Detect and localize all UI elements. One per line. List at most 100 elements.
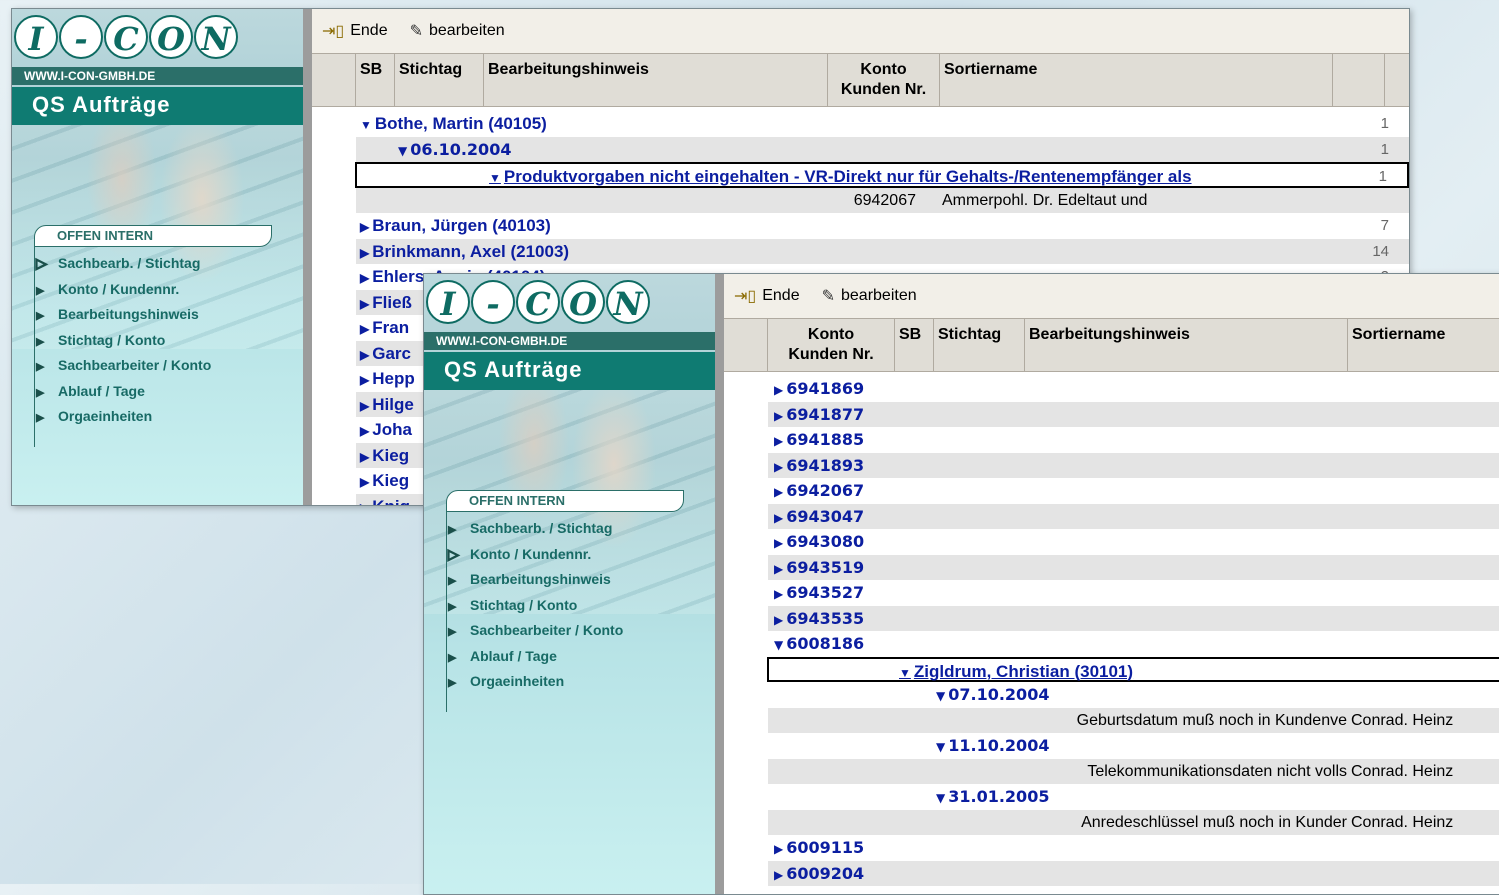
tree-row[interactable]: ▶ 6941893	[724, 452, 1499, 478]
tree-row-selected[interactable]: ▼ Produktvorgaben nicht eingehalten - VR-…	[355, 162, 1409, 188]
arrow-icon: ▶	[36, 335, 45, 348]
tree-row[interactable]: ▶ 6943535	[724, 605, 1499, 631]
exit-button[interactable]: ⇥▯ Ende	[734, 286, 800, 306]
tree-row[interactable]: ▼ 6008186	[724, 631, 1499, 657]
arrow-icon: ▶	[448, 600, 457, 613]
menu-item-orgaeinheiten[interactable]: ▶ Orgaeinheiten	[448, 669, 623, 695]
tree-row[interactable]: ▶ 6009204	[724, 860, 1499, 886]
edit-pencil-icon: ✎	[821, 288, 835, 305]
menu-item-ablauf-tage[interactable]: ▶ Ablauf / Tage	[448, 644, 623, 670]
expanded-icon: ▼	[489, 171, 501, 185]
menu-item-stichtag-konto[interactable]: ▶ Stichtag / Konto	[448, 593, 623, 619]
col-bearbeitungshinweis[interactable]: Bearbeitungshinweis	[1025, 319, 1348, 371]
collapsed-icon: ▶	[360, 220, 370, 234]
logo-letter: O	[561, 280, 605, 324]
logo-letter: I	[426, 280, 470, 324]
menu-item-bearbeitungshinweis[interactable]: ▶ Bearbeitungshinweis	[36, 302, 211, 328]
tree-row[interactable]: ▼ Bothe, Martin (40105) 1	[312, 111, 1409, 137]
logo-letter: C	[516, 280, 560, 324]
toolbar: ⇥▯ Ende ✎ bearbeiten	[312, 9, 1409, 54]
edit-pencil-icon: ✎	[409, 23, 423, 40]
collapsed-icon: ▶	[360, 449, 370, 464]
menu-heading: OFFEN INTERN	[446, 490, 684, 512]
arrow-icon: ▶	[36, 361, 45, 373]
tree-row[interactable]: ▶ 6009115	[724, 835, 1499, 861]
view-menu: ▷ Sachbearb. / Stichtag ▶ Konto / Kundennr…	[36, 251, 212, 430]
col-stichtag[interactable]: Stichtag	[934, 319, 1025, 371]
collapsed-icon: ▶	[360, 373, 370, 387]
detail-row[interactable]: Anredeschlüssel muß noch in Kunder Conrad…	[724, 809, 1499, 835]
logo-letter: C	[104, 15, 148, 59]
col-sortiername[interactable]: Sortiername	[1348, 319, 1499, 371]
sidebar: I - C O N WWW.I-CON-GMBH.DE QS Aufträge …	[424, 274, 724, 894]
menu-item-sachbearb-stichtag[interactable]: ▶ Sachbearb. / Stichtag	[448, 516, 623, 542]
tree-row[interactable]: ▼ 06.10.2004 1	[312, 136, 1409, 162]
logo-letter: N	[606, 280, 650, 324]
tree-row[interactable]: ▼ 11.10.2004	[724, 733, 1499, 759]
collapsed-icon: ▶	[360, 245, 370, 260]
tree-row[interactable]: ▶ Brinkmann, Axel (21003) 14	[312, 238, 1409, 264]
col-konto[interactable]: Konto Kunden Nr.	[828, 54, 940, 106]
col-count	[1333, 54, 1385, 106]
menu-item-sachbearb-stichtag[interactable]: ▷ Sachbearb. / Stichtag	[36, 251, 211, 277]
collapsed-icon: ▶	[774, 459, 784, 474]
menu-item-ablauf-tage[interactable]: ▶ Ablauf / Tage	[36, 379, 211, 405]
exit-door-icon: ⇥▯	[734, 288, 757, 305]
col-sortiername[interactable]: Sortiername	[940, 54, 1333, 106]
edit-button[interactable]: ✎ bearbeiten	[410, 21, 505, 41]
tree-row[interactable]: ▶ 6941869	[724, 376, 1499, 402]
tree-row[interactable]: ▶ 6941877	[724, 401, 1499, 427]
col-bearbeitungshinweis[interactable]: Bearbeitungshinweis	[484, 54, 828, 106]
tree-row[interactable]: ▶ 6943519	[724, 554, 1499, 580]
menu-item-orgaeinheiten[interactable]: ▶ Orgaeinheiten	[36, 404, 211, 430]
collapsed-icon: ▶	[360, 501, 369, 506]
tree-row[interactable]: ▶ Braun, Jürgen (40103) 7	[312, 213, 1409, 239]
col-konto[interactable]: Konto Kunden Nr.	[768, 319, 895, 371]
arrow-icon: ▶	[448, 575, 457, 587]
tree-row[interactable]: ▶ 6943527	[724, 580, 1499, 606]
tree-row[interactable]: ▼ 07.10.2004	[724, 682, 1499, 708]
header-gutter	[312, 54, 356, 106]
collapsed-icon: ▶	[360, 347, 370, 362]
col-stichtag[interactable]: Stichtag	[395, 54, 484, 106]
sidebar: I - C O N WWW.I-CON-GMBH.DE QS Aufträge …	[12, 9, 312, 505]
tree-row[interactable]: ▼ 31.01.2005	[724, 784, 1499, 810]
toolbar: ⇥▯ Ende ✎ bearbeiten	[724, 274, 1499, 319]
arrow-icon: ▶	[36, 412, 45, 424]
detail-row[interactable]: 6942067 Ammerpohl. Dr. Edeltaut und	[312, 187, 1409, 213]
collapsed-icon: ▶	[774, 434, 784, 448]
column-header: Konto Kunden Nr. SB Stichtag Bearbeitungs…	[724, 319, 1499, 372]
tree-row[interactable]: ▶ 6943080	[724, 529, 1499, 555]
collapsed-icon: ▶	[360, 424, 370, 438]
detail-row[interactable]: Geburtsdatum muß noch in Kundenve Conrad.…	[724, 707, 1499, 733]
tree-row[interactable]: ▶ 6941885	[724, 427, 1499, 453]
view-menu: ▶ Sachbearb. / Stichtag ▷ Konto / Kundennr…	[448, 516, 624, 695]
detail-row[interactable]: Telekommunikationsdaten nicht volls Conra…	[724, 758, 1499, 784]
exit-button[interactable]: ⇥▯ Ende	[322, 21, 388, 41]
edit-button[interactable]: ✎ bearbeiten	[822, 286, 917, 306]
collapsed-icon: ▶	[360, 322, 370, 336]
expanded-icon: ▼	[360, 118, 372, 132]
collapsed-icon: ▶	[360, 271, 370, 285]
menu-item-sachbearbeiter-konto[interactable]: ▶ Sachbearbeiter / Konto	[36, 353, 211, 379]
col-sb[interactable]: SB	[356, 54, 395, 106]
arrow-icon: ▶	[448, 626, 457, 638]
collapsed-icon: ▶	[774, 587, 784, 601]
menu-item-stichtag-konto[interactable]: ▶ Stichtag / Konto	[36, 328, 211, 354]
menu-item-sachbearbeiter-konto[interactable]: ▶ Sachbearbeiter / Konto	[448, 618, 623, 644]
collapsed-icon: ▶	[774, 867, 784, 882]
menu-item-bearbeitungshinweis[interactable]: ▶ Bearbeitungshinweis	[448, 567, 623, 593]
menu-item-konto-kundennr[interactable]: ▷ Konto / Kundennr.	[448, 542, 623, 568]
tree-row-selected[interactable]: ▼ Zigldrum, Christian (30101)	[767, 656, 1499, 682]
i-con-logo: I - C O N	[426, 280, 650, 326]
menu-item-konto-kundennr[interactable]: ▶ Konto / Kundennr.	[36, 277, 211, 303]
collapsed-icon: ▶	[360, 296, 370, 311]
expanded-icon: ▼	[774, 638, 784, 652]
col-sb[interactable]: SB	[895, 319, 934, 371]
arrow-icon: ▶	[36, 386, 45, 399]
collapsed-icon: ▶	[774, 561, 784, 576]
expanded-icon: ▼	[936, 791, 946, 805]
logo-letter: -	[471, 280, 515, 324]
tree-row[interactable]: ▶ 6943047	[724, 503, 1499, 529]
tree-row[interactable]: ▶ 6942067	[724, 478, 1499, 504]
